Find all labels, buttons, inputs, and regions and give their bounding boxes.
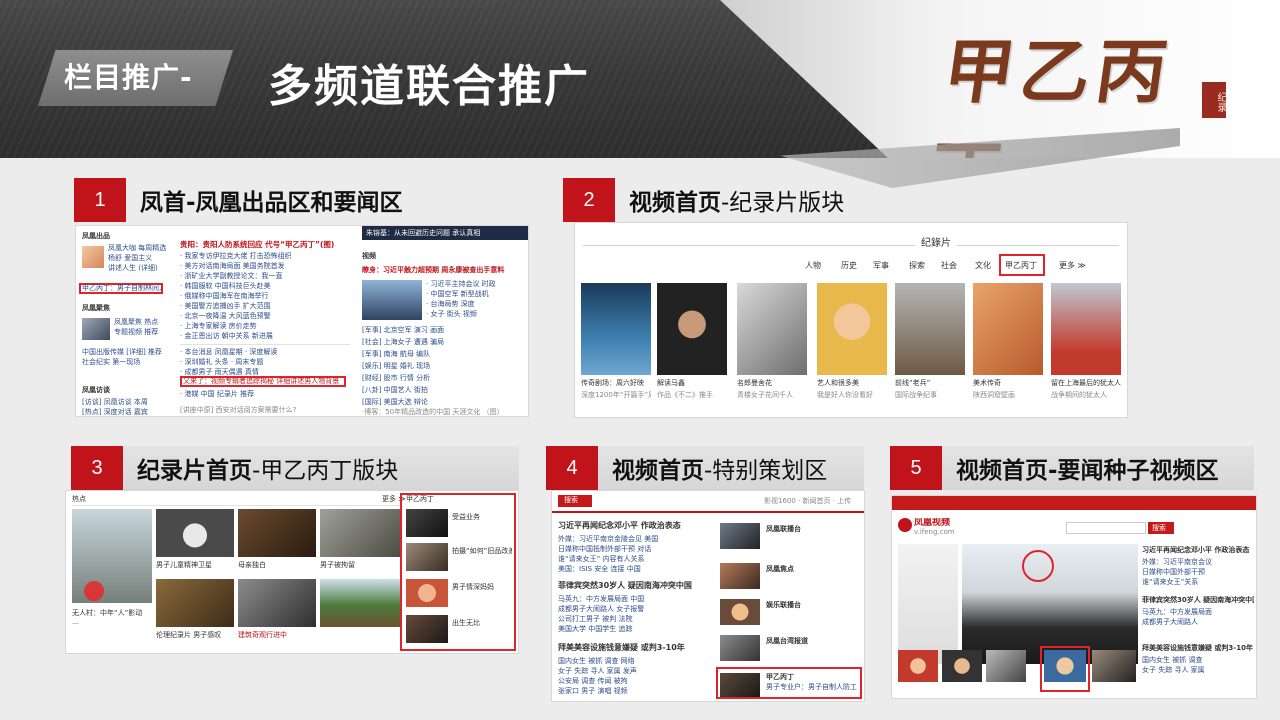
video-thumbnail[interactable] — [973, 283, 1043, 375]
video-thumbnail[interactable] — [406, 509, 448, 537]
section-label-2: 2 视频首页-纪录片版块 — [563, 178, 844, 222]
section-title-bold: 纪录片首页 — [137, 458, 252, 484]
video-thumbnail[interactable] — [986, 650, 1026, 682]
page-title: 多频道联合推广 — [268, 61, 590, 112]
video-thumbnail[interactable] — [657, 283, 727, 375]
video-thumbnail[interactable] — [895, 283, 965, 375]
video-thumbnail[interactable] — [238, 509, 316, 557]
highlighted-link[interactable]: 甲乙丙丁：男子自制林间人防 — [82, 284, 162, 293]
headline[interactable]: 习近平再闻纪念邓小平 作政治表态 — [1142, 546, 1254, 555]
column-heading: 热点 — [72, 495, 86, 503]
section-number: 4 — [546, 446, 598, 490]
video-thumbnail[interactable] — [720, 599, 760, 625]
screenshot-ifeng-home: 凤凰出品 凤凰大咖 每周精选 杨舒 爱国主义 讲述人生 (详细) 甲乙丙丁：男子… — [76, 226, 528, 416]
headline[interactable]: 拜美美容设施钱意嫌疑 或判3-10年 — [558, 643, 718, 652]
column-heading: 凤凰出品 — [82, 232, 110, 240]
video-headline[interactable]: 瞭身：习近平触力超预期 周永康被查出手意料 — [362, 266, 528, 275]
video-thumbnail[interactable] — [942, 650, 982, 682]
banner-text: 朱镕基：从未回避历史问题 承认真相 — [366, 229, 481, 237]
video-thumbnail[interactable] — [406, 579, 448, 607]
video-thumbnail[interactable] — [320, 579, 400, 627]
section-number: 1 — [74, 178, 126, 222]
ifeng-logo-icon — [898, 518, 912, 532]
slide-header: 栏目推广- 多频道联合推广 甲乙丙丁 纪录 — [0, 0, 1280, 158]
video-thumbnail[interactable] — [406, 615, 448, 643]
section-label-4: 4 视频首页-特别策划区 — [546, 446, 864, 490]
video-thumbnail[interactable] — [156, 579, 234, 627]
headline[interactable]: 拜美美容设施钱意嫌疑 或判3-10年 — [1142, 644, 1254, 653]
section-number: 2 — [563, 178, 615, 222]
video-thumbnail[interactable] — [1051, 283, 1121, 375]
section-title-bold: 视频首页 — [629, 190, 721, 216]
video-thumbnail[interactable] — [1092, 650, 1136, 682]
section-label-3: 3 纪录片首页-甲乙丙丁版块 — [71, 446, 519, 490]
video-thumbnail[interactable] — [720, 635, 760, 661]
section-label-5: 5 视频首页-要闻种子视频区 — [890, 446, 1254, 490]
screenshot-video-documentary: 纪錄片 人物 历史 军事 探索 社会 文化 甲乙丙丁 更多 ≫ 传奇剧场：周六好… — [575, 223, 1127, 417]
video-thumbnail[interactable] — [737, 283, 807, 375]
screenshot-video-special: 搜索 影视1600 · 新闻首页 · 上传 习近平再闻纪念邓小平 作政治表态 外… — [552, 491, 864, 701]
column-heading: 凤凰访谈 — [82, 386, 110, 394]
headline[interactable]: 菲律宾突然30岁人 疑因南海冲突中国 — [1142, 596, 1254, 605]
video-thumbnail[interactable] — [362, 280, 422, 320]
program-logo: 甲乙丙丁 纪录 — [924, 6, 1238, 158]
video-thumbnail[interactable] — [720, 523, 760, 549]
search-input[interactable] — [1066, 522, 1146, 534]
tab-explore[interactable]: 探索 — [909, 261, 925, 270]
section-title-bold: 视频首页 — [612, 458, 704, 484]
tab-military[interactable]: 军事 — [873, 261, 889, 270]
video-thumbnail[interactable] — [406, 543, 448, 571]
section-tag: 栏目推广- — [64, 61, 193, 94]
screenshot-documentary-home: 热点 更多 ≫ 无人村：中年“人”影动 — 男子儿童精神卫星 母亲独白 男子被拘… — [66, 491, 518, 653]
highlighted-link[interactable]: 又来了：视频专辑者追踪揭秘 详细讲述男人物背景 — [183, 377, 345, 386]
video-thumbnail[interactable] — [581, 283, 651, 375]
tab-society[interactable]: 社会 — [941, 261, 957, 270]
section-number: 5 — [890, 446, 942, 490]
footer-link[interactable]: [讲座中原] 西安对话阅方案需要什么? — [180, 406, 350, 415]
logo-seal: 纪录 — [1202, 82, 1226, 118]
video-thumbnail[interactable] — [1044, 650, 1086, 682]
section-number: 3 — [71, 446, 123, 490]
side-list — [898, 544, 958, 664]
screenshot-video-seed: 凤凰视频 v.ifeng.com 搜索 习近平再闻纪念邓小平 作政治表态 外媒：… — [892, 496, 1256, 698]
section-title-bold: 凤首-凤凰出品区和要闻区 — [140, 190, 403, 216]
thumbnail — [82, 318, 110, 340]
column-heading: 视频 — [362, 252, 376, 260]
highlight-circle — [1022, 550, 1054, 582]
avatar — [82, 246, 104, 268]
video-thumbnail[interactable] — [238, 579, 316, 627]
section-title: 纪錄片 — [915, 237, 957, 251]
tab-more[interactable]: 更多 ≫ — [1059, 261, 1086, 270]
tab-jiayibingding[interactable]: 甲乙丙丁 — [1005, 261, 1037, 270]
video-thumbnail[interactable] — [320, 509, 400, 557]
tab-culture[interactable]: 文化 — [975, 261, 991, 270]
column-heading: 凤凰聚焦 — [82, 304, 110, 312]
section-title-bold: 视频首页-要闻种子视频区 — [956, 458, 1219, 484]
play-icon[interactable] — [84, 581, 104, 601]
video-thumbnail[interactable] — [720, 563, 760, 589]
video-thumbnail[interactable] — [898, 650, 938, 682]
headline[interactable]: 习近平再闻纪念邓小平 作政治表态 — [558, 521, 718, 530]
headline[interactable]: 贵阳：贵阳人防系统回应 代号“甲乙丙丁”(图) — [180, 240, 360, 249]
video-thumbnail[interactable] — [156, 509, 234, 557]
headline[interactable]: 菲律宾突然30岁人 疑因南海冲突中国 — [558, 581, 718, 590]
footer-link[interactable]: ·博客：50年精品改造的中国 天涯文化 （图） — [362, 408, 528, 416]
video-thumbnail[interactable] — [817, 283, 887, 375]
section-label-1: 1 凤首-凤凰出品区和要闻区 — [74, 178, 403, 222]
tab-history[interactable]: 历史 — [841, 261, 857, 270]
tab-people[interactable]: 人物 — [805, 261, 821, 270]
nav-bar — [892, 496, 1256, 510]
